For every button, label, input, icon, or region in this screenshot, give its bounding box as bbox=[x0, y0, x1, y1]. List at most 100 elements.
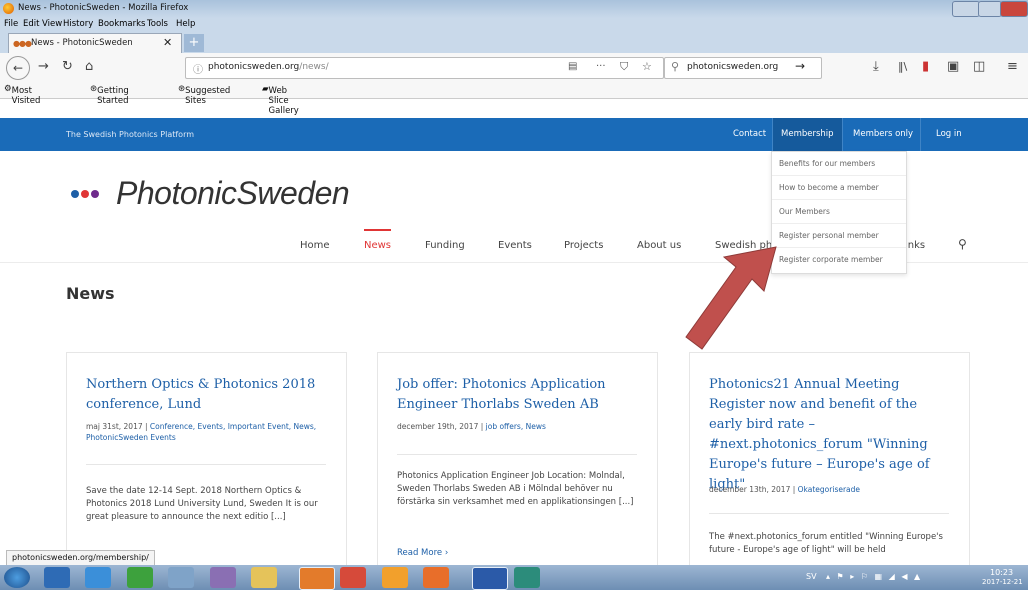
excel-app-icon[interactable] bbox=[127, 567, 153, 588]
menu-bookmarks[interactable]: Bookmarks bbox=[98, 19, 146, 29]
bookmark-getting-started[interactable]: ⊛ Getting Started bbox=[90, 84, 129, 106]
membership-dropdown: Benefits for our members How to become a… bbox=[771, 151, 907, 274]
app-icon[interactable] bbox=[210, 567, 236, 588]
nav-funding[interactable]: Funding bbox=[425, 240, 465, 251]
menu-edit[interactable]: Edit bbox=[23, 19, 39, 29]
dropdown-register-corporate[interactable]: Register corporate member bbox=[772, 248, 906, 272]
nav-links[interactable]: inks bbox=[905, 240, 925, 251]
logo-dots-icon bbox=[71, 190, 101, 201]
menu-tools[interactable]: Tools bbox=[147, 19, 168, 29]
extension-icon[interactable]: ▣ bbox=[947, 59, 959, 74]
url-bar[interactable]: ⓘ photonicsweden.org/news/ ▤ ··· ⛉ ☆ bbox=[185, 57, 664, 79]
bookmark-star-icon[interactable]: ☆ bbox=[642, 60, 652, 73]
tab-favicon-icon: ●●● bbox=[13, 39, 32, 48]
menu-help[interactable]: Help bbox=[176, 19, 195, 29]
news-card-title[interactable]: Photonics21 Annual Meeting Register now … bbox=[709, 375, 954, 495]
tray-icons[interactable]: ▴ ⚑ ▸ ⚐ ▦ ◢ ◀ ▲ bbox=[826, 572, 922, 581]
news-card-meta: december 19th, 2017 | job offers, News bbox=[397, 422, 546, 431]
card-divider bbox=[86, 464, 326, 465]
news-card-date: december 19th, 2017 bbox=[397, 422, 479, 431]
news-card: Photonics21 Annual Meeting Register now … bbox=[689, 352, 970, 570]
nav-news[interactable]: News bbox=[364, 240, 391, 251]
back-arrow-icon[interactable]: ← bbox=[6, 56, 30, 80]
search-icon[interactable]: ⚲ bbox=[958, 237, 967, 251]
nav-projects[interactable]: Projects bbox=[564, 240, 603, 251]
news-card-date: maj 31st, 2017 bbox=[86, 422, 143, 431]
dropdown-how-to-become[interactable]: How to become a member bbox=[772, 176, 906, 200]
news-card-categories[interactable]: job offers, News bbox=[486, 422, 546, 431]
search-input[interactable]: ⚲ photonicsweden.org → bbox=[664, 57, 822, 79]
news-card-categories[interactable]: Okategoriserade bbox=[798, 485, 860, 494]
news-card-excerpt: Save the date 12-14 Sept. 2018 Northern … bbox=[86, 486, 318, 522]
nav-about-us[interactable]: About us bbox=[637, 240, 681, 251]
reader-view-icon[interactable]: ▤ bbox=[568, 61, 577, 72]
info-icon[interactable]: ⓘ bbox=[193, 61, 203, 76]
url-domain: photonicsweden.org bbox=[208, 62, 300, 72]
publisher-icon[interactable] bbox=[514, 567, 540, 588]
bookmark-label: Most Visited bbox=[11, 86, 41, 106]
tab-close-icon[interactable]: ✕ bbox=[163, 36, 172, 49]
news-card-title[interactable]: Northern Optics & Photonics 2018 confere… bbox=[86, 375, 331, 415]
hamburger-menu-icon[interactable]: ≡ bbox=[1007, 59, 1018, 74]
site-top-bar: The Swedish Photonics Platform Contact M… bbox=[0, 118, 1028, 151]
nav-events[interactable]: Events bbox=[498, 240, 532, 251]
topnav-contact[interactable]: Contact bbox=[728, 118, 771, 151]
file-explorer-icon[interactable] bbox=[251, 567, 277, 588]
bookmark-suggested-sites[interactable]: ⊛ Suggested Sites bbox=[178, 84, 230, 106]
dropdown-our-members[interactable]: Our Members bbox=[772, 200, 906, 224]
menu-file[interactable]: File bbox=[4, 19, 18, 29]
settings-app-icon[interactable] bbox=[382, 567, 408, 588]
menu-view[interactable]: View bbox=[42, 19, 62, 29]
card-divider bbox=[397, 454, 637, 455]
site-tagline: The Swedish Photonics Platform bbox=[66, 130, 195, 139]
topnav-members-only[interactable]: Members only bbox=[846, 118, 922, 151]
clock-time: 10:23 bbox=[990, 568, 1014, 577]
reload-icon[interactable]: ↻ bbox=[62, 59, 73, 74]
close-window-button[interactable] bbox=[1000, 1, 1028, 17]
bookmark-web-slice-gallery[interactable]: ▰ Web Slice Gallery bbox=[262, 84, 299, 116]
navigation-toolbar: ← → ↻ ⌂ ⓘ photonicsweden.org/news/ ▤ ···… bbox=[0, 53, 1028, 83]
firefox-icon bbox=[3, 3, 14, 14]
card-divider bbox=[709, 513, 949, 514]
language-indicator[interactable]: SV bbox=[806, 572, 817, 581]
tab-news[interactable]: ●●● News - PhotonicSweden ✕ bbox=[8, 33, 182, 54]
active-nav-indicator bbox=[364, 229, 391, 231]
page-actions-icon[interactable]: ··· bbox=[596, 61, 606, 72]
forward-arrow-icon[interactable]: → bbox=[38, 59, 49, 74]
new-tab-button[interactable]: + bbox=[184, 34, 204, 52]
topnav-login[interactable]: Log in bbox=[930, 118, 968, 151]
start-button[interactable] bbox=[4, 567, 30, 588]
news-card-title[interactable]: Job offer: Photonics Application Enginee… bbox=[397, 375, 642, 415]
topnav-membership[interactable]: Membership bbox=[772, 118, 843, 151]
wifi-app-icon[interactable] bbox=[168, 567, 194, 588]
firefox-taskbar-icon[interactable] bbox=[299, 567, 335, 590]
notification-badge-icon[interactable]: ▮ bbox=[922, 59, 929, 74]
site-logo[interactable]: PhotonicSweden bbox=[116, 175, 350, 212]
search-go-icon[interactable]: → bbox=[795, 59, 805, 73]
chrome-icon[interactable] bbox=[340, 567, 366, 588]
minimize-button[interactable] bbox=[952, 1, 980, 17]
sidebar-icon[interactable]: ◫ bbox=[973, 59, 985, 74]
bookmark-label: Suggested Sites bbox=[185, 86, 231, 106]
word-icon[interactable] bbox=[472, 567, 508, 590]
media-player-icon[interactable] bbox=[44, 567, 70, 588]
maximize-button[interactable] bbox=[978, 1, 1002, 17]
read-more-link[interactable]: Read More › bbox=[397, 548, 448, 558]
home-icon[interactable]: ⌂ bbox=[85, 59, 93, 74]
outlook-icon[interactable] bbox=[423, 567, 449, 588]
dropdown-register-personal[interactable]: Register personal member bbox=[772, 224, 906, 248]
dropdown-benefits[interactable]: Benefits for our members bbox=[772, 152, 906, 176]
nav-home[interactable]: Home bbox=[300, 240, 330, 251]
windows-taskbar: SV ▴ ⚑ ▸ ⚐ ▦ ◢ ◀ ▲ 10:23 2017-12-21 bbox=[0, 565, 1028, 590]
menu-history[interactable]: History bbox=[63, 19, 93, 29]
bookmark-label: Web Slice Gallery bbox=[268, 86, 299, 116]
page-title: News bbox=[66, 284, 115, 303]
pocket-icon[interactable]: ⛉ bbox=[620, 60, 628, 74]
bookmark-most-visited[interactable]: ⚙ Most Visited bbox=[4, 84, 40, 106]
bookmark-label: Getting Started bbox=[97, 86, 129, 106]
news-card: Job offer: Photonics Application Enginee… bbox=[377, 352, 658, 570]
internet-explorer-icon[interactable] bbox=[85, 567, 111, 588]
downloads-icon[interactable]: ⤓ bbox=[873, 59, 879, 74]
news-card-excerpt: Photonics Application Engineer Job Locat… bbox=[397, 471, 634, 507]
library-icon[interactable]: ‖\ bbox=[898, 60, 907, 73]
